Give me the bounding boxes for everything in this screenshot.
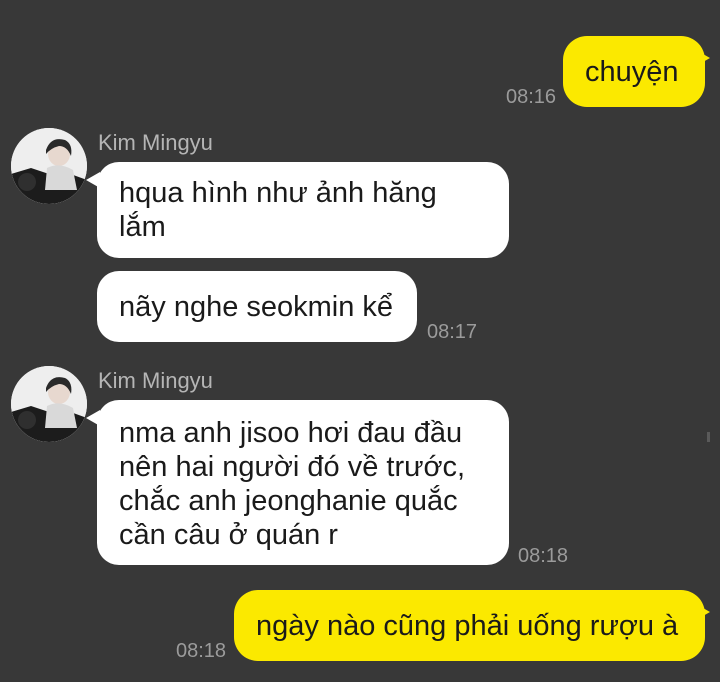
avatar[interactable] <box>11 128 87 204</box>
profile-photo-icon <box>11 366 87 442</box>
sender-name: Kim Mingyu <box>98 130 213 155</box>
message-timestamp: 08:16 <box>506 86 557 108</box>
message-bubble-incoming[interactable]: nma anh jisoo hơi đau đầu nên hai người … <box>97 400 509 565</box>
message-bubble-incoming[interactable]: nãy nghe seokmin kể <box>97 271 417 342</box>
message-bubble-incoming[interactable]: hqua hình như ảnh hăng lắm <box>97 162 509 258</box>
avatar[interactable] <box>11 366 87 442</box>
message-timestamp: 08:17 <box>427 321 478 343</box>
message-timestamp: 08:18 <box>176 640 227 662</box>
scrollbar-thumb[interactable] <box>707 432 710 442</box>
message-bubble-outgoing[interactable]: chuyện <box>563 36 705 107</box>
message-bubble-outgoing[interactable]: ngày nào cũng phải uống rượu à <box>234 590 705 661</box>
message-timestamp: 08:18 <box>518 545 569 567</box>
profile-photo-icon <box>11 128 87 204</box>
sender-name: Kim Mingyu <box>98 368 213 393</box>
